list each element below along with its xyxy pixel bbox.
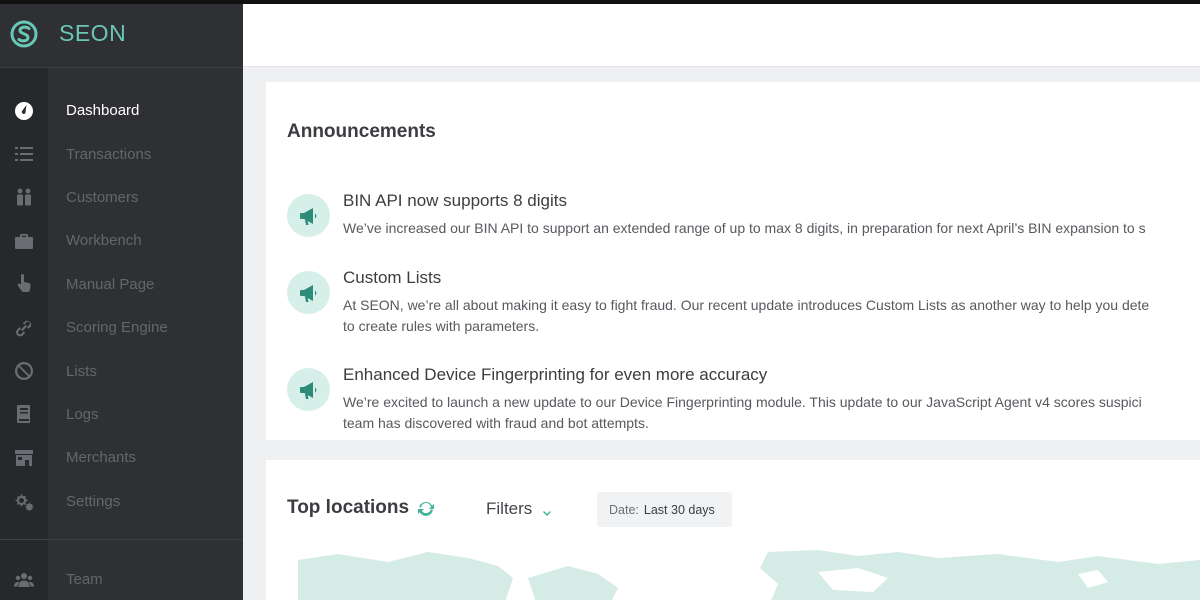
block-icon — [0, 361, 48, 381]
announcements-title: Announcements — [287, 121, 436, 142]
sidebar-item-label: Merchants — [66, 449, 137, 467]
seon-logo-icon — [0, 0, 48, 68]
sidebar-item-manual-page[interactable]: Manual Page — [0, 263, 243, 306]
date-label: Date: — [609, 502, 639, 517]
sidebar-item-scoring-engine[interactable]: Scoring Engine — [0, 306, 243, 349]
announcement-body: We’ve increased our BIN API to support a… — [343, 218, 1146, 239]
sidebar-item-workbench[interactable]: Workbench — [0, 219, 243, 262]
announcement-body: At SEON, we’re all about making it easy … — [343, 295, 1149, 337]
sidebar-item-settings[interactable]: Settings — [0, 480, 243, 523]
team-icon — [0, 570, 48, 590]
announcement-body-line: At SEON, we’re all about making it easy … — [343, 297, 1150, 313]
announcements-card: Announcements BIN API now supports 8 dig… — [266, 82, 1200, 440]
sidebar-item-logs[interactable]: Logs — [0, 393, 243, 436]
sidebar-team-section: Team — [0, 558, 243, 600]
top-header — [243, 4, 1200, 67]
top-locations-title: Top locations — [287, 497, 410, 518]
sidebar-item-label: Transactions — [66, 145, 152, 163]
sidebar-item-label: Settings — [66, 492, 121, 510]
list-icon — [0, 144, 48, 164]
sidebar: SEON Dashboard Transactions Customers Wo… — [0, 0, 243, 600]
store-icon — [0, 448, 48, 468]
customers-icon — [0, 187, 48, 207]
announcement-title: BIN API now supports 8 digits — [343, 191, 567, 210]
announcement-body-line: We’ve increased our BIN API to support a… — [343, 220, 1146, 236]
sidebar-item-team[interactable]: Team — [0, 558, 243, 600]
link-icon — [0, 318, 48, 338]
sidebar-item-merchants[interactable]: Merchants — [0, 436, 243, 479]
date-value: Last 30 days — [643, 502, 715, 517]
announcement-title: Custom Lists — [343, 268, 442, 287]
sidebar-item-lists[interactable]: Lists — [0, 349, 243, 392]
sidebar-item-customers[interactable]: Customers — [0, 176, 243, 219]
announcement-body-line: to create rules with parameters. — [343, 318, 540, 334]
sidebar-item-label: Customers — [66, 188, 139, 206]
gears-icon — [0, 491, 48, 512]
announcement-body: We’re excited to launch a new update to … — [343, 392, 1142, 434]
pointer-hand-icon — [0, 274, 48, 294]
chevron-down-icon — [542, 504, 552, 516]
refresh-icon[interactable] — [417, 500, 435, 518]
brand[interactable]: SEON — [0, 0, 243, 68]
sidebar-item-label: Dashboard — [66, 102, 140, 120]
megaphone-icon — [287, 194, 330, 237]
window-top-edge — [0, 0, 1200, 4]
megaphone-icon — [287, 271, 330, 314]
sidebar-item-label: Team — [66, 571, 103, 589]
filters-label: Filters — [486, 499, 533, 518]
world-map[interactable] — [298, 548, 1200, 600]
brand-name: SEON — [59, 20, 127, 46]
sidebar-item-label: Logs — [66, 405, 99, 423]
sidebar-item-dashboard[interactable]: Dashboard — [0, 89, 243, 132]
announcement-body-line: We’re excited to launch a new update to … — [343, 394, 1142, 410]
sidebar-nav: Dashboard Transactions Customers Workben… — [0, 89, 243, 523]
filters-dropdown[interactable]: Filters — [486, 499, 552, 519]
sidebar-item-label: Scoring Engine — [66, 319, 168, 337]
sidebar-item-label: Workbench — [66, 232, 142, 250]
briefcase-icon — [0, 231, 48, 251]
sidebar-divider — [0, 539, 243, 540]
sidebar-item-transactions[interactable]: Transactions — [0, 132, 243, 175]
megaphone-icon — [287, 368, 330, 411]
sidebar-item-label: Manual Page — [66, 275, 155, 293]
book-icon — [0, 404, 48, 424]
top-locations-card: Top locations Filters Date: Last 30 days — [266, 460, 1200, 600]
announcement-title: Enhanced Device Fingerprinting for even … — [343, 365, 768, 384]
date-range-picker[interactable]: Date: Last 30 days — [597, 492, 732, 527]
sidebar-item-label: Lists — [66, 362, 97, 380]
dashboard-gauge-icon — [0, 101, 48, 121]
announcement-body-line: team has discovered with fraud and bot a… — [343, 415, 649, 431]
